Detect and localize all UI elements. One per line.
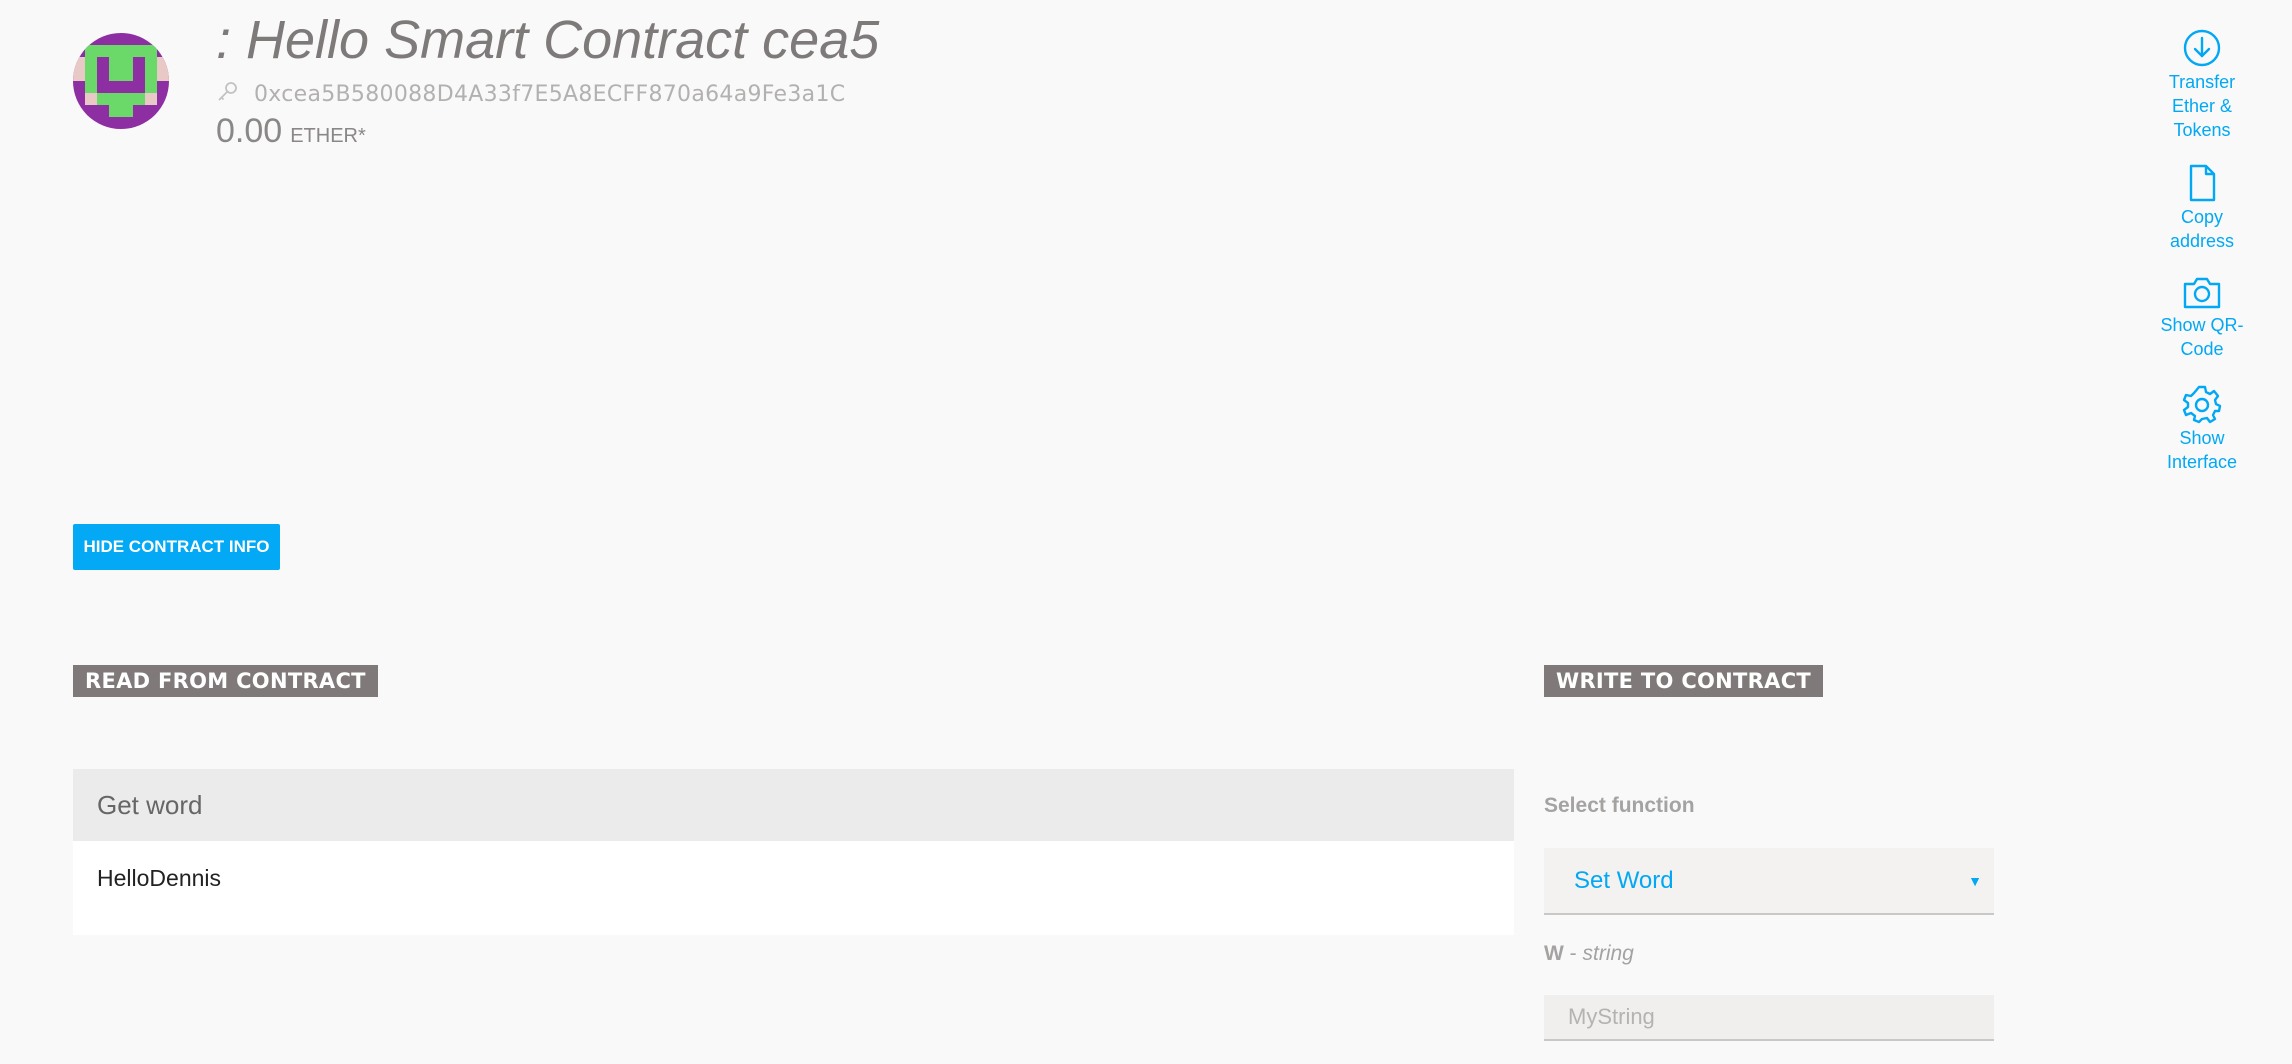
copy-address-label: Copy address <box>2169 207 2235 251</box>
select-function-label: Select function <box>1544 794 1695 817</box>
selected-function: Set Word <box>1574 866 1674 894</box>
transfer-label: Transfer Ether & Tokens <box>2168 72 2236 140</box>
gear-icon <box>2182 384 2222 426</box>
function-select[interactable]: Set Word ▼ <box>1544 848 1994 915</box>
read-function-result: HelloDennis <box>73 841 1514 935</box>
dropdown-caret-icon: ▼ <box>1968 872 1982 889</box>
parameter-type: string <box>1582 942 1634 965</box>
contract-title: : Hello Smart Contract cea5 <box>216 10 880 70</box>
balance-unit: ETHER* <box>290 125 366 147</box>
show-interface-label: Show Interface <box>2166 428 2238 472</box>
parameter-input[interactable] <box>1544 995 1994 1041</box>
camera-icon <box>2182 275 2222 313</box>
hide-contract-info-button[interactable]: HIDE CONTRACT INFO <box>73 524 280 570</box>
balance-row: 0.00 ETHER* <box>216 112 366 151</box>
contract-identicon <box>73 33 169 129</box>
address-row: 0xcea5B580088D4A33f7E5A8ECFF870a64a9Fe3a… <box>216 76 845 112</box>
download-circle-icon <box>2182 28 2222 70</box>
document-icon <box>2182 163 2222 205</box>
transfer-ether-tokens-button[interactable]: Transfer Ether & Tokens <box>2144 28 2260 142</box>
parameter-label: W - string <box>1544 942 1634 965</box>
contract-address[interactable]: 0xcea5B580088D4A33f7E5A8ECFF870a64a9Fe3a… <box>254 82 845 107</box>
key-icon <box>216 80 240 109</box>
show-qr-code-button[interactable]: Show QR- Code <box>2144 275 2260 361</box>
read-function-panel: Get word HelloDennis <box>73 769 1514 935</box>
read-from-contract-heading: READ FROM CONTRACT <box>73 665 378 697</box>
write-to-contract-heading: WRITE TO CONTRACT <box>1544 665 1824 697</box>
parameter-name: W <box>1544 942 1564 965</box>
balance-value: 0.00 <box>216 112 283 150</box>
show-interface-button[interactable]: Show Interface <box>2144 384 2260 474</box>
copy-address-button[interactable]: Copy address <box>2144 163 2260 253</box>
show-qr-code-label: Show QR- Code <box>2160 315 2244 359</box>
read-function-name: Get word <box>73 769 1514 841</box>
